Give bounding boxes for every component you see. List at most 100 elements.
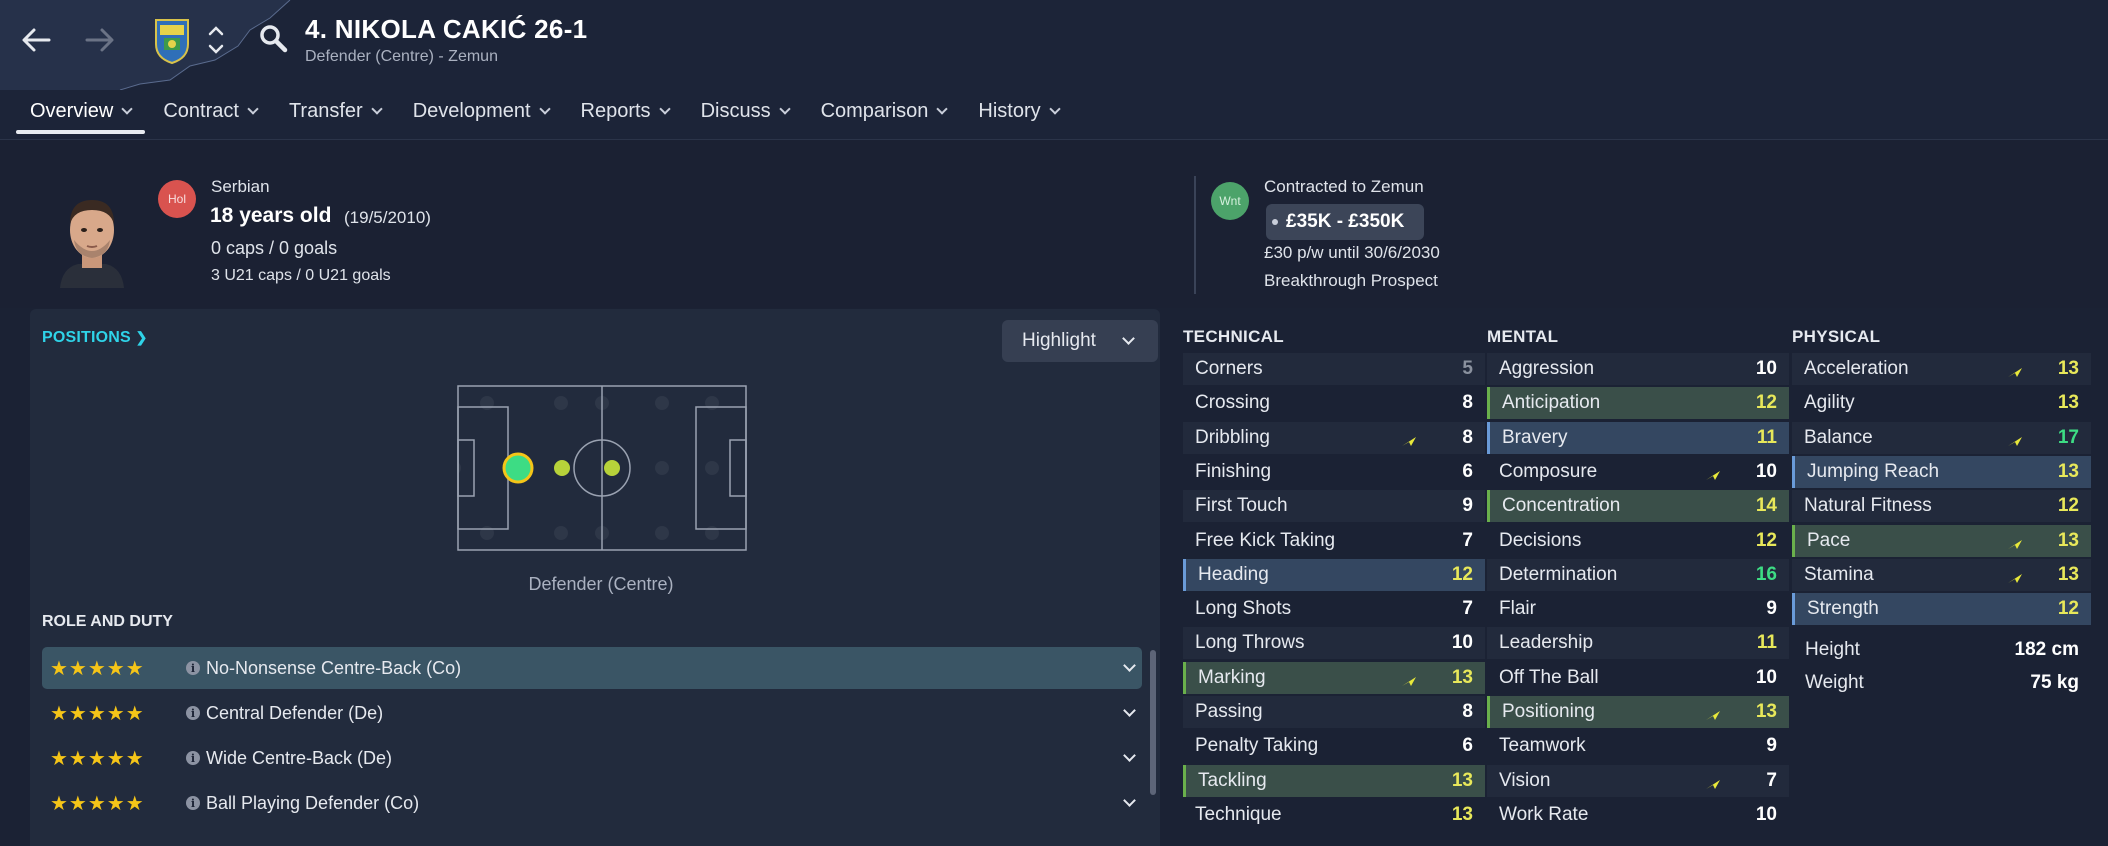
attribute-row[interactable]: Crossing 8 <box>1183 387 1485 419</box>
attribute-name: Positioning <box>1502 701 1595 722</box>
info-icon[interactable]: i <box>186 661 200 675</box>
attribute-row[interactable]: Composure 10 <box>1487 456 1789 488</box>
progress-arrow-icon <box>1706 779 1720 789</box>
role-name: No-Nonsense Centre-Back (Co) <box>206 657 462 678</box>
role-duty-title: ROLE AND DUTY <box>42 613 173 630</box>
nation-badge[interactable]: Hol <box>158 180 196 218</box>
role-list-scrollbar[interactable] <box>1150 650 1156 795</box>
attribute-row[interactable]: Leadership 11 <box>1487 627 1789 660</box>
chevron-down-icon <box>936 102 949 115</box>
tab-reports[interactable]: Reports <box>565 96 685 126</box>
attribute-row[interactable]: Teamwork 9 <box>1487 730 1789 762</box>
chevron-down-icon[interactable] <box>1123 794 1136 807</box>
info-icon[interactable]: i <box>186 796 200 810</box>
transfer-value-pill[interactable]: £35K - £350K <box>1266 204 1425 240</box>
height-label: Height <box>1805 639 1860 660</box>
attribute-row[interactable]: Balance 17 <box>1792 421 2091 454</box>
attribute-row[interactable]: Concentration 14 <box>1487 490 1789 523</box>
tab-discuss[interactable]: Discuss <box>685 96 805 126</box>
chevron-down-icon[interactable] <box>1123 749 1136 762</box>
attribute-row[interactable]: Off The Ball 10 <box>1487 662 1789 694</box>
attribute-name: Technique <box>1195 803 1282 825</box>
attribute-row[interactable]: Dribbling 8 <box>1183 421 1485 454</box>
attribute-value: 9 <box>1766 735 1777 757</box>
attribute-value: 10 <box>1755 358 1777 379</box>
attribute-row[interactable]: Aggression 10 <box>1487 353 1789 385</box>
attribute-row[interactable]: Long Shots 7 <box>1183 593 1485 625</box>
attribute-value: 12 <box>2057 495 2079 517</box>
tab-contract[interactable]: Contract <box>147 96 273 126</box>
attribute-value: 13 <box>2057 392 2079 414</box>
attribute-name: Vision <box>1499 769 1551 791</box>
attribute-row[interactable]: Acceleration 13 <box>1792 353 2091 385</box>
attribute-row[interactable]: Finishing 6 <box>1183 456 1485 488</box>
attribute-name: Off The Ball <box>1499 666 1599 688</box>
page-title: 4. NIKOLA CAKIĆ 26-1 <box>305 14 588 44</box>
attribute-row[interactable]: Decisions 12 <box>1487 525 1789 557</box>
forward-button[interactable] <box>82 18 118 62</box>
tab-label: Discuss <box>700 99 771 122</box>
attribute-row[interactable]: Marking 13 <box>1183 661 1485 694</box>
attribute-value: 7 <box>1462 529 1473 551</box>
attribute-row[interactable]: Technique 13 <box>1183 799 1485 831</box>
height-value: 182 cm <box>2014 639 2079 660</box>
attribute-name: Aggression <box>1499 358 1595 379</box>
attribute-row[interactable]: Vision 7 <box>1487 764 1789 797</box>
attribute-row[interactable]: Tackling 13 <box>1183 764 1485 797</box>
info-icon[interactable]: i <box>186 751 200 765</box>
attribute-row[interactable]: First Touch 9 <box>1183 490 1485 523</box>
attribute-name: Dribbling <box>1195 426 1270 448</box>
attribute-row[interactable]: Jumping Reach 13 <box>1792 455 2091 488</box>
attribute-row[interactable]: Anticipation 12 <box>1487 387 1789 420</box>
age: 18 years old <box>210 204 332 227</box>
chevron-down-icon[interactable] <box>1123 659 1136 672</box>
attribute-name: Marking <box>1198 666 1266 688</box>
attribute-name: Passing <box>1195 701 1263 722</box>
chevron-down-icon[interactable] <box>1123 704 1136 717</box>
attribute-row[interactable]: Penalty Taking 6 <box>1183 730 1485 762</box>
attribute-row[interactable]: Strength 12 <box>1792 593 2091 626</box>
attribute-row[interactable]: Free Kick Taking 7 <box>1183 525 1485 557</box>
profile-divider <box>1194 176 1196 294</box>
attribute-value: 12 <box>1755 392 1777 414</box>
attribute-row[interactable]: Pace 13 <box>1792 524 2091 557</box>
tab-overview[interactable]: Overview <box>14 96 147 134</box>
tab-history[interactable]: History <box>962 96 1074 126</box>
attribute-name: Flair <box>1499 598 1536 620</box>
highlight-dropdown[interactable]: Highlight <box>1002 320 1158 362</box>
progress-arrow-icon <box>2008 573 2022 583</box>
attribute-row[interactable]: Stamina 13 <box>1792 558 2091 591</box>
search-button[interactable] <box>258 22 290 56</box>
tab-development[interactable]: Development <box>397 96 565 126</box>
attribute-row[interactable]: Long Throws 10 <box>1183 627 1485 660</box>
top-header: 4. NIKOLA CAKIĆ 26-1 Defender (Centre) -… <box>0 0 2108 140</box>
progress-arrow-icon <box>1706 711 1720 720</box>
role-row[interactable]: ★★★★★ i Central Defender (De) <box>42 692 1142 734</box>
pitch-position-label: Defender (Centre) <box>528 574 674 594</box>
positions-panel: POSITIONS ❯ Highlight Defender (Centre) … <box>30 309 1160 846</box>
status-badge[interactable]: Wnt <box>1211 182 1249 220</box>
role-name: Ball Playing Defender (Co) <box>206 792 420 813</box>
tab-comparison[interactable]: Comparison <box>805 96 963 126</box>
attribute-row[interactable]: Heading 12 <box>1183 558 1485 591</box>
role-row[interactable]: ★★★★★ i Ball Playing Defender (Co) <box>42 782 1142 824</box>
attribute-row[interactable]: Bravery 11 <box>1487 421 1789 454</box>
positions-link[interactable]: POSITIONS ❯ <box>42 329 148 347</box>
attribute-row[interactable]: Positioning 13 <box>1487 696 1789 728</box>
back-button[interactable] <box>18 18 54 62</box>
role-row[interactable]: ★★★★★ i No-Nonsense Centre-Back (Co) <box>42 647 1142 689</box>
tab-transfer[interactable]: Transfer <box>273 96 397 126</box>
attribute-row[interactable]: Corners 5 <box>1183 353 1485 385</box>
attribute-row[interactable]: Flair 9 <box>1487 593 1789 625</box>
attribute-row[interactable]: Determination 16 <box>1487 558 1789 591</box>
attribute-value: 9 <box>1766 598 1777 620</box>
info-icon[interactable]: i <box>186 706 200 720</box>
attribute-row[interactable]: Agility 13 <box>1792 387 2091 419</box>
search-icon <box>260 25 288 53</box>
role-row[interactable]: ★★★★★ i Wide Centre-Back (De) <box>42 737 1142 779</box>
attribute-row[interactable]: Passing 8 <box>1183 696 1485 728</box>
player-switcher[interactable] <box>206 22 226 58</box>
attribute-row[interactable]: Natural Fitness 12 <box>1792 490 2091 523</box>
club-crest[interactable] <box>152 16 192 65</box>
attribute-row[interactable]: Work Rate 10 <box>1487 799 1789 831</box>
